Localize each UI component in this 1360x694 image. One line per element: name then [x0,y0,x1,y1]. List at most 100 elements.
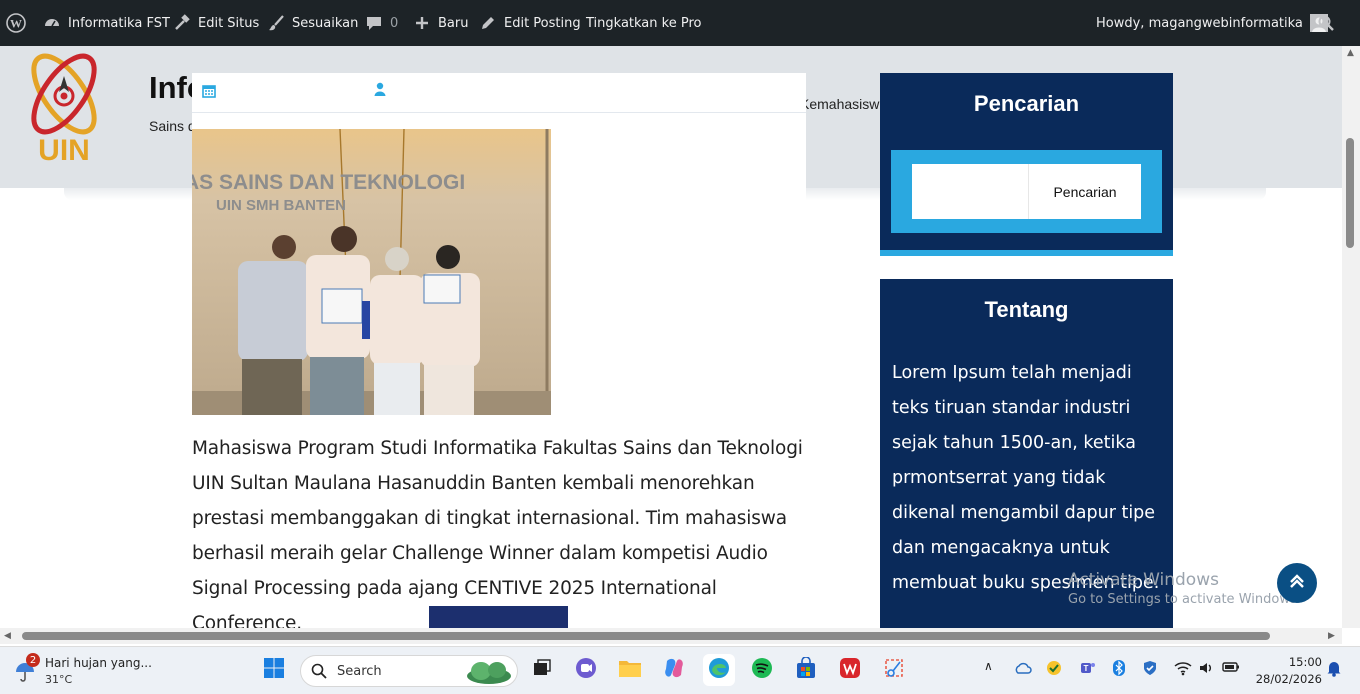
search-widget: Pencarian Pencarian [880,73,1173,256]
site-name-menu[interactable]: Informatika FST [42,0,170,46]
spotify-icon [751,657,773,683]
pencil-icon [478,13,498,33]
post-second-photo [429,606,568,628]
store-icon [795,656,817,683]
brush-icon [266,13,286,33]
upgrade-label: Tingkatkan ke Pro [586,15,702,31]
customize-link[interactable]: Sesuaikan [266,0,358,46]
teams-icon[interactable]: T [1080,660,1096,679]
post-featured-photo: AS SAINS DAN TEKNOLOGI UIN SMH BANTEN [192,129,551,415]
dashboard-icon [42,13,62,33]
search-form: Pencarian [891,150,1162,233]
store-button[interactable] [790,654,822,686]
spotify-button[interactable] [746,654,778,686]
clock-time: 15:00 [1288,655,1322,669]
copilot-button[interactable] [658,654,690,686]
weather-widget[interactable]: 2 Hari hujan yang... 31°C [12,653,162,689]
horizontal-scrollbar[interactable]: ◀ ▶ [0,628,1342,644]
bluetooth-icon[interactable] [1112,660,1126,679]
onedrive-cloud-icon[interactable] [1014,661,1032,678]
admin-bar: W Informatika FST Edit Situs Sesuaikan 0… [0,0,1360,46]
vertical-scrollbar-thumb[interactable] [1346,138,1354,248]
edge-browser-button[interactable] [703,654,735,686]
windows-start-icon [263,657,285,683]
search-input[interactable] [912,164,1028,219]
wps-office-button[interactable] [834,654,866,686]
taskbar-search[interactable]: Search [300,655,518,687]
scroll-right-arrow-icon[interactable]: ▶ [1328,631,1335,641]
taskbar-clock[interactable]: 15:00 28/02/2026 [1252,654,1322,688]
hammer-icon [172,13,192,33]
vertical-scrollbar[interactable]: ▲ [1342,46,1360,628]
search-icon [1316,13,1336,33]
howdy-label: Howdy, magangwebinformatika [1096,15,1303,31]
widget-divider [880,256,1173,279]
clock-date: 28/02/2026 [1255,672,1322,686]
folder-icon [618,658,642,682]
security-shield-icon[interactable] [1142,660,1158,679]
scroll-up-arrow-icon[interactable]: ▲ [1347,48,1354,58]
plus-icon [412,13,432,33]
norton-shield-icon[interactable] [1046,660,1062,679]
edge-icon [708,657,730,683]
video-call-icon [575,657,597,683]
upgrade-link[interactable]: Tingkatkan ke Pro [586,0,701,46]
post-card: AS SAINS DAN TEKNOLOGI UIN SMH BANTEN Ma… [192,73,806,628]
taskbar-search-label: Search [337,664,382,679]
weather-description: Hari hujan yang... [45,656,152,670]
task-view-icon [532,658,552,682]
photo-sign-line2: UIN SMH BANTEN [216,197,346,214]
svg-text:W: W [10,17,22,31]
site-name-label: Informatika FST [68,15,170,31]
about-text: Lorem Ipsum telah menjadi teks tiruan st… [892,363,1160,593]
edit-site-link[interactable]: Edit Situs [172,0,259,46]
activate-windows-title: Activate Windows [1068,570,1219,590]
horizontal-scrollbar-thumb[interactable] [22,632,1270,640]
edit-site-label: Edit Situs [198,15,260,31]
site-description: Sains d [149,118,196,134]
customize-label: Sesuaikan [292,15,359,31]
copilot-icon [663,657,685,683]
uin-logo[interactable]: UIN [14,46,116,167]
svg-text:T: T [1084,664,1089,673]
comments-link[interactable]: 0 [364,0,398,46]
double-chevron-up-icon [1288,572,1306,594]
activate-windows-watermark: Activate Windows Go to Settings to activ… [1068,570,1301,607]
taskbar: 2 Hari hujan yang... 31°C Search ∧ T 15:… [0,646,1360,694]
wordpress-logo-button[interactable]: W [6,0,26,46]
edit-post-link[interactable]: Edit Posting [478,0,581,46]
weather-notification-badge: 2 [26,653,40,667]
volume-icon[interactable] [1198,660,1214,679]
activate-windows-subtitle: Go to Settings to activate Windows. [1068,592,1301,607]
search-widget-title: Pencarian [973,91,1080,116]
weather-temperature: 31°C [45,673,73,686]
new-label: Baru [438,15,469,31]
scroll-to-top-button[interactable] [1277,563,1317,603]
show-hidden-icons-chevron-icon[interactable]: ∧ [984,659,993,673]
wps-office-icon [839,657,861,683]
wifi-icon[interactable] [1174,660,1192,679]
meet-app-button[interactable] [570,654,602,686]
snipping-tool-icon [883,657,905,683]
search-button[interactable]: Pencarian [1028,164,1141,219]
scroll-left-arrow-icon[interactable]: ◀ [4,631,11,641]
photo-sign-line1: AS SAINS DAN TEKNOLOGI [192,171,465,194]
author-icon [374,81,386,100]
new-content-menu[interactable]: Baru [412,0,468,46]
notification-bell-icon[interactable] [1326,659,1342,680]
admin-search-button[interactable] [1316,0,1336,46]
task-view-button[interactable] [526,654,558,686]
comment-icon [364,13,384,33]
post-content: Mahasiswa Program Studi Informatika Faku… [192,438,803,628]
taskbar-search-icon [311,663,327,683]
snipping-tool-button[interactable] [878,654,910,686]
battery-icon[interactable] [1222,661,1240,676]
account-menu[interactable]: Howdy, magangwebinformatika [1096,0,1329,46]
comments-count: 0 [390,15,399,31]
search-highlight-icon [465,659,513,689]
start-button[interactable] [258,654,290,686]
about-widget-title: Tentang [984,297,1069,322]
wordpress-icon: W [6,13,26,33]
calendar-icon [202,83,216,102]
file-explorer-button[interactable] [614,654,646,686]
